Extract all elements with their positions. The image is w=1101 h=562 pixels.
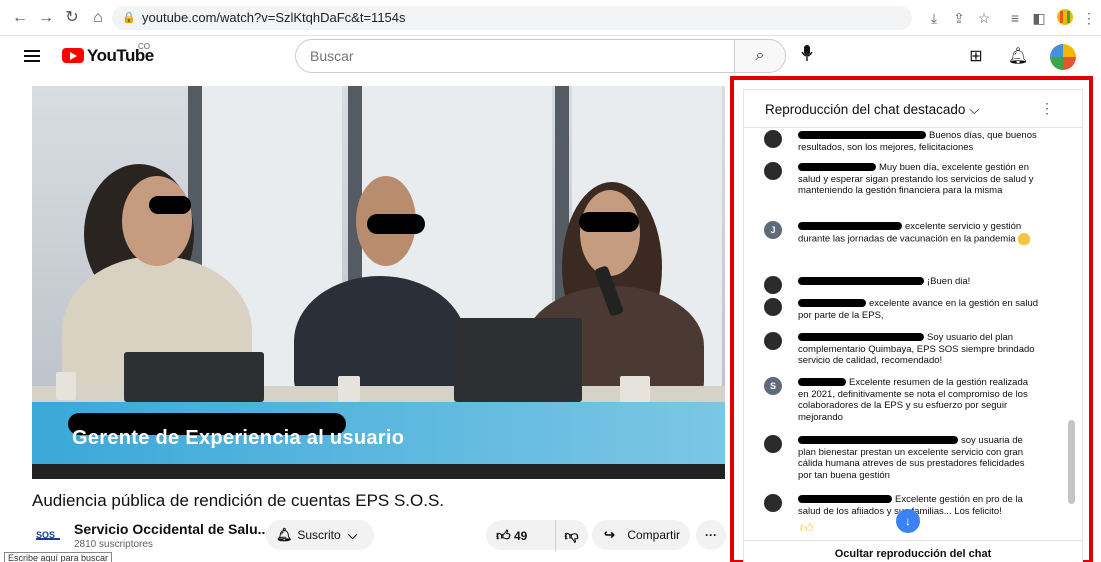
- author-name-redaction: [798, 277, 924, 286]
- lock-icon: 🔒: [122, 12, 136, 24]
- create-video-icon[interactable]: ⊞: [965, 46, 987, 68]
- author-name-redaction: [798, 222, 902, 231]
- microphone-icon[interactable]: [797, 44, 817, 66]
- more-actions-button[interactable]: ···: [696, 520, 726, 550]
- thumbs-up-icon: 👍︎: [496, 527, 511, 543]
- thumbs-down-icon: 👎︎: [564, 527, 579, 543]
- notifications-bell-icon[interactable]: 🔔︎: [1007, 46, 1029, 68]
- youtube-logo-icon[interactable]: [62, 48, 84, 63]
- search-icon: ⌕: [755, 47, 765, 64]
- video-laptop: [124, 352, 264, 402]
- video-laptop: [454, 318, 582, 402]
- address-bar[interactable]: 🔒 youtube.com/watch?v=SzlKtqhDaFc&t=1154…: [112, 6, 912, 30]
- taskbar-search-tooltip: Escribe aquí para buscar: [4, 552, 113, 562]
- more-horizontal-icon: ···: [705, 528, 717, 542]
- ok-hand-emoji-icon: [1018, 232, 1031, 245]
- like-dislike-group: 👍︎ 49 👎︎: [486, 520, 588, 551]
- home-icon[interactable]: ⌂: [88, 8, 108, 28]
- bookmark-star-icon[interactable]: ☆: [975, 9, 993, 27]
- chat-avatar[interactable]: [764, 162, 782, 180]
- chat-scrollbar[interactable]: [1068, 130, 1076, 545]
- chat-more-options-icon[interactable]: ⋮: [1040, 100, 1054, 118]
- author-name-redaction: [798, 333, 924, 342]
- chevron-down-icon: ⌵: [969, 102, 980, 117]
- browser-toolbar: ← → ↻ ⌂ 🔒 youtube.com/watch?v=SzlKtqhDaF…: [0, 0, 1101, 36]
- like-count: 49: [513, 529, 528, 543]
- author-name-redaction: [798, 495, 892, 504]
- lower-third-strip: [32, 464, 725, 479]
- search-input[interactable]: [296, 40, 696, 72]
- chat-mode-label: Reproducción del chat destacado: [765, 102, 966, 117]
- channel-subscriber-count: 2810 suscriptores: [74, 539, 153, 550]
- face-redaction: [367, 214, 425, 234]
- search-button[interactable]: ⌕: [734, 39, 786, 73]
- account-avatar[interactable]: [1050, 44, 1076, 70]
- author-name-redaction: [798, 436, 958, 445]
- chat-scrollbar-thumb[interactable]: [1068, 420, 1075, 504]
- face-redaction: [579, 212, 639, 232]
- video-cup: [338, 376, 360, 402]
- chevron-down-icon: ⌵: [348, 528, 358, 542]
- reload-icon[interactable]: ↻: [62, 8, 82, 28]
- chat-avatar[interactable]: [764, 332, 782, 350]
- chat-avatar[interactable]: [764, 435, 782, 453]
- chat-message-text: ¡Buen dia!: [927, 276, 971, 287]
- chat-header: Reproducción del chat destacado ⌵ ⋮: [744, 90, 1082, 128]
- lower-third-title: Gerente de Experiencia al usuario: [72, 427, 405, 449]
- search-box[interactable]: [295, 39, 735, 73]
- author-name-redaction: [798, 299, 866, 308]
- subscribed-button[interactable]: 🔔︎ Suscrito ⌵: [266, 520, 374, 550]
- video-person-head: [580, 190, 640, 276]
- channel-logo[interactable]: SOS: [36, 530, 60, 540]
- share-page-icon[interactable]: ⇪: [950, 9, 968, 27]
- chat-avatar[interactable]: [764, 130, 782, 148]
- channel-name[interactable]: Servicio Occidental de Salu...: [74, 521, 269, 537]
- chat-avatar[interactable]: [764, 276, 782, 294]
- video-cup: [620, 376, 650, 402]
- reading-list-icon[interactable]: ≡: [1006, 9, 1024, 27]
- chat-mode-dropdown[interactable]: Reproducción del chat destacado ⌵: [765, 102, 979, 118]
- video-person-head: [122, 176, 192, 266]
- subscribed-label: Suscrito: [297, 528, 341, 542]
- author-name-redaction: [798, 378, 846, 387]
- chat-avatar[interactable]: S: [764, 377, 782, 395]
- browser-menu-icon[interactable]: ⋮: [1080, 9, 1098, 27]
- url-text: youtube.com/watch?v=SzlKtqhDaFc&t=1154s: [142, 10, 406, 25]
- chat-avatar[interactable]: [764, 494, 782, 512]
- like-button[interactable]: 👍︎ 49: [496, 520, 552, 551]
- side-panel-icon[interactable]: ◧: [1030, 9, 1048, 27]
- author-name-redaction: [798, 131, 926, 140]
- forward-icon[interactable]: →: [36, 8, 56, 28]
- share-button[interactable]: ↪ Compartir: [592, 520, 690, 550]
- arrow-down-icon: ↓: [905, 514, 911, 528]
- youtube-header: YouTube CO ⌕ ⊞ 🔔︎: [0, 36, 1101, 80]
- chat-avatar[interactable]: [764, 298, 782, 316]
- author-name-redaction: [798, 163, 876, 172]
- video-title: Audiencia pública de rendición de cuenta…: [32, 491, 445, 510]
- face-redaction: [149, 196, 191, 214]
- profile-avatar-icon[interactable]: [1056, 8, 1074, 26]
- chat-avatar[interactable]: J: [764, 221, 782, 239]
- scroll-to-bottom-button[interactable]: ↓: [896, 509, 920, 533]
- dislike-button[interactable]: 👎︎: [555, 520, 583, 551]
- share-icon: ↪: [604, 527, 615, 542]
- bell-icon: 🔔︎: [276, 527, 293, 542]
- menu-icon[interactable]: [24, 50, 40, 62]
- video-cup: [56, 372, 76, 400]
- share-label: Compartir: [627, 528, 681, 542]
- country-code: CO: [138, 42, 150, 51]
- back-icon[interactable]: ←: [10, 8, 30, 28]
- thumbs-up-emoji-icon: 👍︎: [800, 520, 814, 535]
- hide-chat-replay-button[interactable]: Ocultar reproducción del chat: [744, 540, 1082, 562]
- install-app-icon[interactable]: ⤓: [925, 9, 943, 27]
- live-chat-replay-panel: Reproducción del chat destacado ⌵ ⋮ Buen…: [743, 89, 1083, 562]
- video-player[interactable]: Gerente de Experiencia al usuario: [32, 86, 725, 479]
